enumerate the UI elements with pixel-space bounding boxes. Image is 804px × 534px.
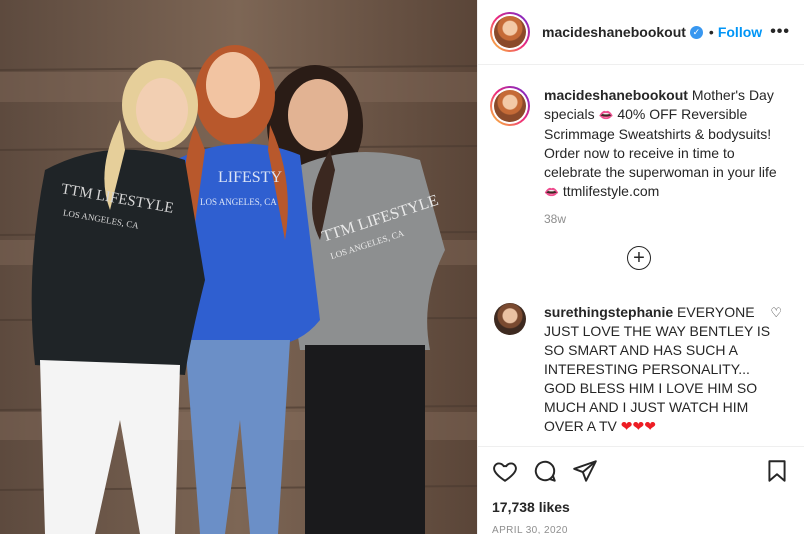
- post-actions: 17,738 likes APRIL 30, 2020: [478, 446, 804, 534]
- caption-text: macideshanebookout Mother's Day specials…: [544, 86, 784, 202]
- comments-section[interactable]: macideshanebookout Mother's Day specials…: [478, 66, 804, 446]
- caption: macideshanebookout Mother's Day specials…: [490, 86, 788, 202]
- lips-emoji-icon: 👄: [544, 185, 559, 199]
- heart-emoji-icon: ❤❤❤: [620, 418, 656, 434]
- comment-bubble-icon[interactable]: [532, 458, 558, 484]
- comment-body: EVERYONE JUST LOVE THE WAY BENTLEY IS SO…: [544, 304, 771, 434]
- comment-text: surethingstephanie EVERYONE JUST LOVE TH…: [544, 303, 776, 436]
- separator-dot: •: [708, 24, 714, 40]
- post-photo[interactable]: TTM LIFESTYLE LOS ANGELES, CA LIFESTY LO…: [0, 0, 477, 534]
- follow-button[interactable]: Follow: [718, 24, 762, 40]
- post-date[interactable]: APRIL 30, 2020: [492, 525, 790, 534]
- comment-like-heart-icon[interactable]: ♡: [770, 305, 782, 321]
- blue-sweatshirt-subprint: LOS ANGELES, CA: [200, 197, 277, 207]
- caption-timestamp[interactable]: 38w: [544, 212, 788, 226]
- caption-link[interactable]: ttmlifestyle.com: [563, 183, 659, 199]
- verified-badge-icon: ✓: [689, 25, 703, 39]
- post-header: macideshanebookout ✓ • Follow •••: [478, 0, 804, 65]
- post-sidebar: macideshanebookout ✓ • Follow ••• macide…: [477, 0, 804, 534]
- lips-emoji-icon: 👄: [598, 108, 614, 122]
- caption-avatar[interactable]: [490, 86, 530, 126]
- caption-username[interactable]: macideshanebookout: [544, 87, 688, 103]
- post-image: TTM LIFESTYLE LOS ANGELES, CA LIFESTY LO…: [0, 0, 477, 534]
- like-heart-icon[interactable]: [492, 458, 518, 484]
- load-more-comments-icon[interactable]: +: [627, 246, 651, 270]
- share-paper-plane-icon[interactable]: [572, 458, 598, 484]
- likes-count[interactable]: 17,738 likes: [492, 499, 790, 515]
- more-options-icon[interactable]: •••: [770, 23, 792, 41]
- comment-item: surethingstephanie EVERYONE JUST LOVE TH…: [490, 303, 788, 436]
- commenter-username[interactable]: surethingstephanie: [544, 304, 673, 320]
- author-avatar-image: [494, 16, 526, 48]
- save-bookmark-icon[interactable]: [764, 458, 790, 484]
- caption-avatar-image: [494, 90, 526, 122]
- author-avatar[interactable]: [490, 12, 530, 52]
- commenter-avatar[interactable]: [494, 303, 526, 335]
- author-username[interactable]: macideshanebookout: [542, 24, 686, 40]
- blue-sweatshirt-print: LIFESTY: [218, 169, 282, 186]
- black-sweatshirt: [31, 149, 205, 375]
